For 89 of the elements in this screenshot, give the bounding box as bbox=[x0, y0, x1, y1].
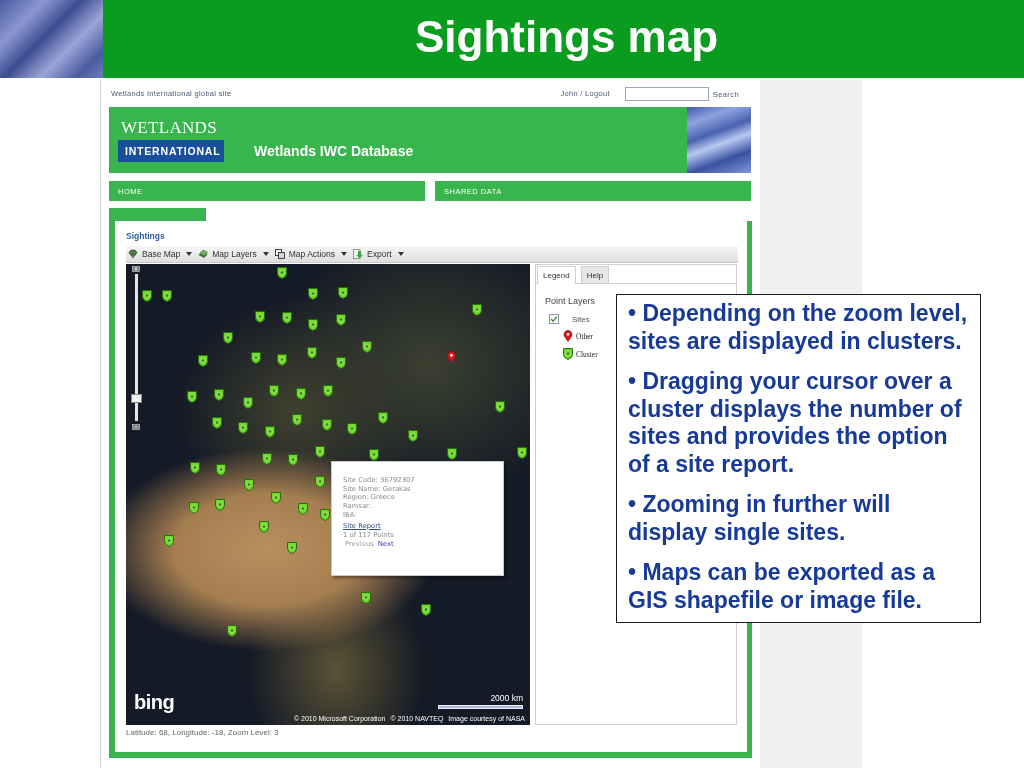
toolbar-menu-button[interactable]: Base Map bbox=[128, 249, 193, 259]
legend-heading: Point Layers bbox=[545, 296, 597, 306]
shield-marker-icon[interactable] bbox=[347, 423, 357, 435]
shield-marker-icon[interactable] bbox=[336, 314, 346, 326]
shield-marker-icon[interactable] bbox=[164, 535, 174, 547]
caret-icon bbox=[262, 252, 269, 256]
logo-wordmark: WETLANDS bbox=[120, 118, 217, 138]
panel-tab[interactable]: Help bbox=[580, 266, 610, 283]
shield-marker-icon[interactable] bbox=[269, 385, 279, 397]
shield-marker-icon[interactable] bbox=[255, 311, 265, 323]
shield-marker-icon[interactable] bbox=[142, 290, 152, 302]
water-photo-placeholder bbox=[687, 107, 751, 173]
shield-marker-icon[interactable] bbox=[198, 355, 208, 367]
shield-marker-icon[interactable] bbox=[408, 430, 418, 442]
shield-marker-icon[interactable] bbox=[223, 332, 233, 344]
caret-icon bbox=[341, 252, 347, 256]
layers-icon bbox=[198, 249, 209, 259]
bullet-text: • Zooming in further will display single sites. bbox=[628, 491, 892, 546]
slide-title: Sightings map bbox=[414, 11, 719, 63]
layer-label: Sites bbox=[572, 314, 590, 324]
shield-marker-icon[interactable] bbox=[162, 290, 172, 302]
shield-marker-icon[interactable] bbox=[271, 492, 281, 504]
map-logo: bing bbox=[134, 691, 175, 713]
shield-marker-icon[interactable] bbox=[495, 401, 505, 413]
shield-marker-icon[interactable] bbox=[227, 625, 237, 637]
shield-marker-icon[interactable] bbox=[292, 414, 302, 426]
scale-label: 2000 km bbox=[490, 693, 523, 703]
shield-marker-icon[interactable] bbox=[189, 502, 199, 514]
shield-marker-icon[interactable] bbox=[315, 476, 325, 488]
shield-marker-icon bbox=[563, 348, 573, 360]
shield-marker-icon[interactable] bbox=[308, 319, 318, 331]
shield-marker-icon[interactable] bbox=[251, 352, 261, 364]
shield-marker-icon[interactable] bbox=[277, 267, 287, 279]
shield-marker-icon[interactable] bbox=[243, 397, 253, 409]
zoom-in-icon[interactable] bbox=[132, 266, 140, 272]
shield-marker-icon[interactable] bbox=[259, 521, 269, 533]
shield-marker-icon[interactable] bbox=[421, 604, 431, 616]
shield-marker-icon[interactable] bbox=[238, 422, 248, 434]
shield-marker-icon[interactable] bbox=[265, 426, 275, 438]
shield-marker-icon[interactable] bbox=[282, 312, 292, 324]
shield-marker-icon[interactable] bbox=[308, 288, 318, 300]
shield-marker-icon[interactable] bbox=[190, 462, 200, 474]
shield-marker-icon[interactable] bbox=[298, 503, 308, 515]
coordinates-text: Latitude: 68, Longitude: -18, Zoom Level: 3 bbox=[126, 727, 280, 739]
site-title: Wetlands IWC Database bbox=[254, 143, 414, 159]
windows-icon bbox=[274, 249, 285, 259]
pin-marker-icon bbox=[563, 330, 573, 342]
bullet-text: • Depending on the zoom level, sites are displayed in clusters. bbox=[628, 300, 969, 355]
shield-marker-icon[interactable] bbox=[287, 542, 297, 554]
shield-marker-icon[interactable] bbox=[338, 287, 348, 299]
gem-icon bbox=[128, 249, 138, 259]
shield-marker-icon[interactable] bbox=[315, 446, 325, 458]
toolbar-menu-button[interactable]: Map Layers bbox=[198, 249, 269, 259]
shield-marker-icon[interactable] bbox=[362, 341, 372, 353]
shield-marker-icon[interactable] bbox=[323, 385, 333, 397]
shield-marker-icon[interactable] bbox=[320, 509, 330, 521]
caret-icon bbox=[186, 252, 193, 256]
shield-marker-icon[interactable] bbox=[322, 419, 332, 431]
shield-marker-icon[interactable] bbox=[215, 499, 225, 511]
shield-marker-icon[interactable] bbox=[288, 454, 298, 466]
pin-marker-icon[interactable] bbox=[447, 351, 456, 363]
shield-marker-icon[interactable] bbox=[296, 388, 306, 400]
shield-marker-icon[interactable] bbox=[517, 447, 527, 459]
caret-icon bbox=[397, 252, 404, 256]
toolbar-menu-button[interactable]: Export bbox=[353, 249, 404, 259]
bullet-text: • Dragging your cursor over a cluster displays the number of sites and provides the option of a site report. bbox=[628, 368, 963, 478]
download-icon bbox=[353, 249, 363, 259]
zoom-slider-thumb[interactable] bbox=[131, 394, 142, 404]
shield-marker-icon[interactable] bbox=[244, 479, 254, 491]
shield-marker-icon[interactable] bbox=[447, 448, 457, 460]
shield-marker-icon[interactable] bbox=[262, 453, 272, 465]
section-title: Sightings bbox=[126, 230, 166, 242]
bullet-text: • Maps can be exported as a GIS shapefile or image file. bbox=[628, 559, 937, 614]
panel-tab[interactable]: Legend bbox=[537, 266, 576, 284]
shield-marker-icon[interactable] bbox=[212, 417, 222, 429]
shield-marker-icon[interactable] bbox=[216, 464, 226, 476]
shield-marker-icon[interactable] bbox=[307, 347, 317, 359]
shield-marker-icon[interactable] bbox=[361, 592, 371, 604]
shield-marker-icon[interactable] bbox=[378, 412, 388, 424]
shield-marker-icon[interactable] bbox=[214, 389, 224, 401]
shield-marker-icon[interactable] bbox=[277, 354, 287, 366]
search-field[interactable] bbox=[624, 86, 709, 101]
shield-marker-icon[interactable] bbox=[369, 449, 379, 461]
shield-marker-icon[interactable] bbox=[472, 304, 482, 316]
logo-badge: INTERNATIONAL bbox=[118, 140, 225, 162]
shield-marker-icon[interactable] bbox=[187, 391, 197, 403]
sites-checkbox[interactable] bbox=[549, 314, 559, 324]
shield-marker-icon[interactable] bbox=[336, 357, 346, 369]
toolbar-menu-button[interactable]: Map Actions bbox=[274, 249, 347, 259]
